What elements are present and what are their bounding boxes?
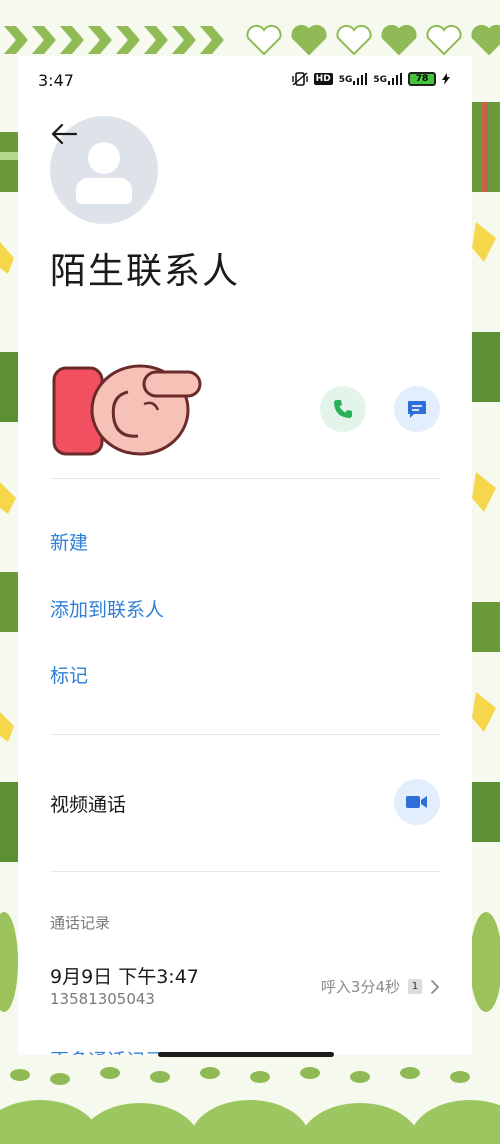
contact-title: 陌生联系人 [50, 251, 241, 292]
divider [50, 871, 440, 872]
call-log-duration: 呼入3分4秒 [320, 978, 400, 996]
vibrate-icon [291, 72, 308, 86]
call-log-entry[interactable]: 呼入3分4秒 1 [321, 976, 440, 997]
message-button[interactable] [394, 386, 440, 432]
video-camera-icon [406, 796, 427, 808]
phone-icon [334, 400, 352, 418]
back-arrow-icon [51, 123, 78, 145]
divider [50, 734, 440, 735]
decorative-frame-bottom [0, 1055, 500, 1144]
status-time: 3:47 [38, 71, 74, 90]
back-button[interactable] [48, 116, 84, 152]
new-contact-link[interactable]: 新建 [50, 528, 88, 555]
chevron-heart-border [4, 24, 500, 56]
avatar-body-shape [76, 178, 132, 204]
home-indicator[interactable] [158, 1052, 334, 1057]
add-to-contacts-link[interactable]: 添加到联系人 [50, 595, 164, 622]
decorative-frame-left [0, 62, 18, 1062]
contact-detail-screen: 3:47 HD 5G 5G 78 陌生联系人 新建 添加到联系人 标记 视频通话… [18, 56, 472, 1066]
message-icon [408, 401, 426, 418]
status-bar: 3:47 HD 5G 5G 78 [18, 56, 472, 104]
decorative-frame-right [470, 62, 500, 1062]
charging-bolt-icon [442, 73, 450, 85]
video-call-label[interactable]: 视频通话 [50, 790, 126, 817]
mark-link[interactable]: 标记 [50, 661, 88, 688]
avatar-head-shape [88, 142, 120, 174]
signal-5g-2: 5G [373, 73, 402, 85]
call-log-number: 13581305043 [50, 990, 155, 1008]
divider [50, 478, 440, 479]
battery-indicator: 78 [408, 72, 436, 86]
call-log-heading: 通话记录 [50, 914, 111, 932]
call-button[interactable] [320, 386, 366, 432]
video-call-button[interactable] [394, 779, 440, 825]
chevron-right-icon [431, 979, 439, 994]
sim-badge: 1 [408, 979, 422, 994]
signal-5g-1: 5G [339, 73, 368, 85]
decorative-frame-top [0, 0, 500, 62]
signal-bars-icon [388, 73, 402, 85]
pointing-hand-sticker [48, 352, 208, 466]
call-log-date: 9月9日 下午3:47 [50, 966, 199, 988]
status-icons: HD 5G 5G 78 [291, 72, 450, 86]
signal-bars-icon [353, 73, 368, 85]
hd-badge: HD [313, 73, 333, 85]
